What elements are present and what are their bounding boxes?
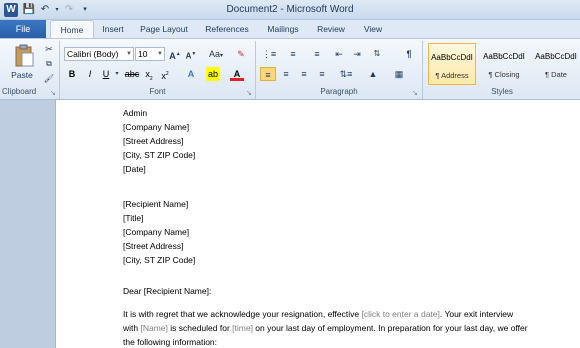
font-launcher-icon[interactable]: ↘ [246, 89, 252, 97]
copy-icon[interactable]: ⧉ [42, 57, 56, 71]
paste-icon [15, 44, 34, 67]
tab-insert[interactable]: Insert [96, 20, 130, 38]
chevron-down-icon: ▼ [157, 51, 163, 57]
recipient-line: [Street Address] [123, 241, 184, 251]
tab-view[interactable]: View [356, 20, 390, 38]
paragraph-launcher-icon[interactable]: ↘ [412, 89, 418, 97]
time-placeholder[interactable]: [time] [232, 323, 253, 333]
align-center-icon[interactable]: ≡ [279, 67, 293, 81]
style-address[interactable]: AaBbCcDdI ¶ Address [428, 43, 476, 85]
clipboard-launcher-icon[interactable]: ↘ [50, 89, 56, 97]
body-line: with [Name] is scheduled for [time] on y… [123, 323, 528, 333]
chevron-down-icon[interactable]: ▾ [113, 67, 121, 81]
window-title: Document2 - Microsoft Word [226, 4, 354, 15]
tab-review[interactable]: Review [312, 20, 350, 38]
body-text: with [123, 323, 141, 333]
style-name: ¶ Date [545, 70, 567, 79]
cut-icon[interactable]: ✂ [42, 42, 56, 56]
decrease-indent-icon[interactable]: ⇤ [332, 47, 346, 61]
justify-icon[interactable]: ≡ [315, 67, 329, 81]
clear-formatting-icon[interactable]: ✎ [234, 47, 248, 61]
font-name-combo[interactable]: Calibri (Body) ▼ [64, 47, 134, 61]
body-line: the following information: [123, 337, 218, 347]
shading-icon[interactable]: ▲ [364, 67, 382, 81]
sender-line: [City, ST ZIP Code] [123, 150, 196, 160]
text-effects-icon[interactable]: A [184, 67, 198, 81]
chevron-down-icon: ▼ [126, 51, 132, 57]
line-spacing-icon[interactable]: ⇅≡ [337, 67, 355, 81]
sender-line: [Company Name] [123, 122, 190, 132]
paragraph-group-label: Paragraph [320, 87, 358, 96]
highlight-icon[interactable]: ab [206, 67, 220, 81]
strikethrough-icon[interactable]: abc [124, 67, 140, 81]
superscript-icon[interactable]: x2 [158, 67, 172, 81]
paste-label: Paste [11, 70, 33, 80]
body-text: on your last day of employment. In prepa… [252, 323, 528, 333]
clipboard-group-label: Clipboard [2, 87, 37, 96]
style-name: ¶ Closing [488, 70, 520, 79]
subscript-icon[interactable]: x2 [142, 67, 156, 82]
paste-button[interactable]: Paste [4, 41, 40, 85]
font-group-label: Font [149, 87, 166, 96]
align-right-icon[interactable]: ≡ [297, 67, 311, 81]
borders-icon[interactable]: ▦ [390, 67, 408, 81]
salutation: Dear [Recipient Name]: [123, 286, 212, 296]
styles-group-label: Styles [491, 87, 513, 96]
style-sample: AaBbCcDdI [535, 52, 577, 61]
body-text: is scheduled for [167, 323, 233, 333]
increase-indent-icon[interactable]: ⇥ [350, 47, 364, 61]
body-text: . Your exit interview [439, 309, 514, 319]
font-name-value: Calibri (Body) [67, 49, 119, 59]
italic-icon[interactable]: I [84, 67, 96, 81]
tab-references[interactable]: References [200, 20, 254, 38]
sender-line: [Date] [123, 164, 146, 174]
format-painter-icon[interactable]: 🖌 [42, 72, 56, 86]
document-area: Admin [Company Name] [Street Address] [C… [0, 100, 580, 348]
tab-file[interactable]: File [0, 20, 46, 38]
style-date[interactable]: AaBbCcDdI ¶ Date [532, 43, 580, 85]
sender-line: Admin [123, 108, 148, 118]
font-size-value: 10 [138, 49, 148, 59]
body-line: It is with regret that we acknowledge yo… [123, 309, 513, 319]
ribbon-tabs: File Home Insert Page Layout References … [0, 20, 580, 38]
underline-icon[interactable]: U [100, 67, 112, 81]
align-left-icon[interactable]: ≡ [260, 67, 276, 81]
bold-icon[interactable]: B [66, 67, 78, 81]
tab-mailings[interactable]: Mailings [260, 20, 306, 38]
body-text: It is with regret that we acknowledge yo… [123, 309, 362, 319]
numbering-icon[interactable]: ≡ [284, 47, 302, 61]
style-closing[interactable]: AaBbCcDdI ¶ Closing [480, 43, 528, 85]
recipient-line: [City, ST ZIP Code] [123, 255, 196, 265]
change-case-icon[interactable]: Aa▾ [208, 47, 224, 61]
shrink-font-icon[interactable]: A▼ [184, 47, 198, 61]
font-size-combo[interactable]: 10 ▼ [135, 47, 165, 61]
show-formatting-icon[interactable]: ¶ [402, 47, 416, 61]
recipient-line: [Recipient Name] [123, 199, 189, 209]
grow-font-icon[interactable]: A▲ [168, 47, 182, 61]
ribbon: Paste ✂ ⧉ 🖌 Clipboard ↘ Calibri (Body) ▼ … [0, 38, 580, 100]
style-name: ¶ Address [435, 71, 469, 80]
date-placeholder[interactable]: [click to enter a date] [361, 309, 439, 319]
recipient-line: [Title] [123, 213, 144, 223]
style-sample: AaBbCcDdI [483, 52, 525, 61]
font-color-icon[interactable]: A [230, 67, 244, 81]
bullets-icon[interactable]: ⋮≡ [260, 47, 278, 61]
recipient-line: [Company Name] [123, 227, 190, 237]
tab-page-layout[interactable]: Page Layout [134, 20, 194, 38]
tab-home[interactable]: Home [50, 20, 94, 38]
group-divider [422, 41, 423, 99]
sort-icon[interactable]: ⇅ [370, 47, 384, 61]
document-page[interactable]: Admin [Company Name] [Street Address] [C… [55, 100, 580, 348]
multilevel-list-icon[interactable]: ≡ [308, 47, 326, 61]
style-sample: AaBbCcDdI [431, 53, 473, 62]
sender-line: [Street Address] [123, 136, 184, 146]
name-placeholder[interactable]: [Name] [140, 323, 167, 333]
title-bar: W 💾 ↶ ▾ ↷ ▾ Document2 - Microsoft Word [0, 0, 580, 20]
